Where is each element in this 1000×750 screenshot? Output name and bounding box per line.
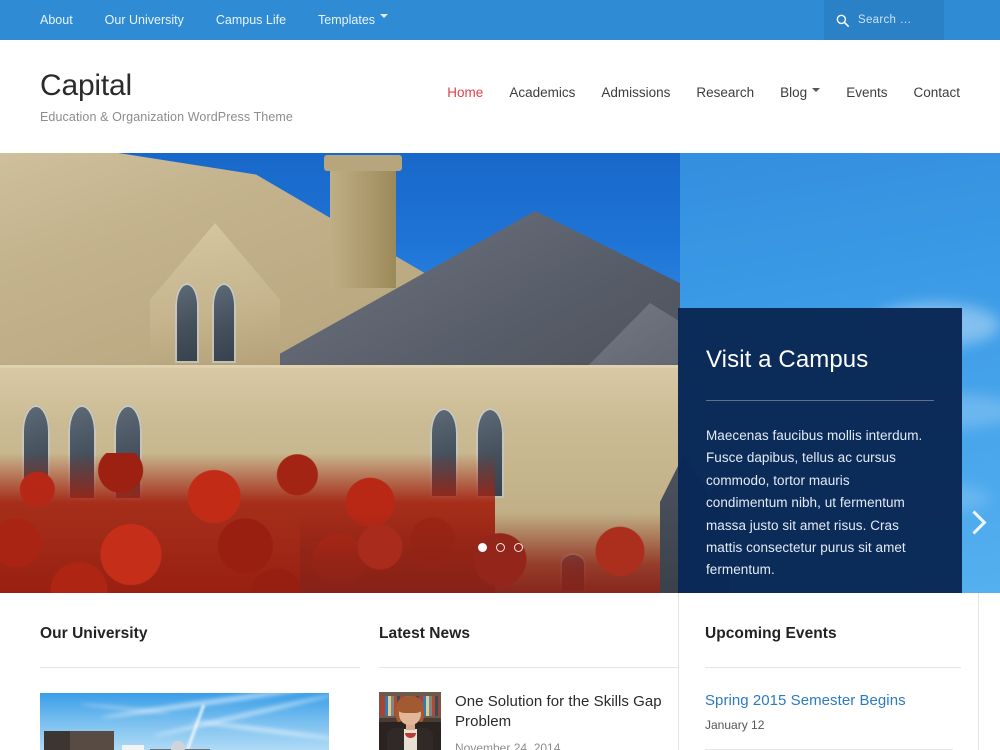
- ivy-foliage: [300, 513, 680, 593]
- search-box[interactable]: [824, 0, 944, 40]
- news-list-item[interactable]: One Solution for the Skills Gap Problem …: [379, 692, 679, 750]
- hero-body-text: Maecenas faucibus mollis interdum. Fusce…: [706, 428, 923, 578]
- nav-item-blog[interactable]: Blog: [767, 85, 833, 100]
- nav-label: Home: [447, 85, 484, 100]
- topnav-label: Templates: [318, 13, 376, 27]
- building-shape: [44, 731, 70, 750]
- news-thumbnail[interactable]: [379, 692, 441, 750]
- search-icon: [836, 14, 849, 27]
- nav-label: Academics: [509, 85, 576, 100]
- our-university-heading: Our University: [40, 625, 148, 642]
- nav-item-home[interactable]: Home: [434, 85, 496, 100]
- nav-label: Admissions: [601, 85, 671, 100]
- nav-item-contact[interactable]: Contact: [900, 85, 960, 100]
- hero-image: [0, 153, 680, 593]
- topnav-label: Campus Life: [215, 13, 287, 27]
- column-our-university: Our University: [40, 593, 360, 750]
- slider-dot-1[interactable]: [477, 543, 487, 552]
- site-tagline: Education & Organization WordPress Theme: [40, 109, 293, 124]
- content-columns: Our University Latest News One Solution …: [0, 593, 1000, 750]
- top-bar: About Our University Campus Life Templat…: [0, 0, 1000, 40]
- window-shape: [175, 283, 199, 363]
- hero-divider: [706, 400, 934, 401]
- site-title: Capital: [40, 69, 132, 102]
- heading-underline: [379, 667, 679, 668]
- nav-item-academics[interactable]: Academics: [496, 85, 588, 100]
- nav-label: Contact: [913, 85, 960, 100]
- person-hair-shape: [397, 696, 423, 713]
- brand[interactable]: Capital Education & Organization WordPre…: [40, 40, 293, 124]
- cloud-streak: [190, 718, 329, 742]
- topnav-item-about[interactable]: About: [40, 0, 89, 40]
- hero-slider: Visit a Campus Maecenas faucibus mollis …: [0, 153, 1000, 593]
- nav-item-admissions[interactable]: Admissions: [588, 85, 683, 100]
- slider-pagination: [0, 543, 1000, 552]
- nav-label: Events: [846, 85, 888, 100]
- window-shape: [212, 283, 236, 363]
- event-item-title[interactable]: Spring 2015 Semester Begins: [705, 692, 961, 709]
- column-divider: [978, 593, 979, 750]
- heading-underline: [705, 667, 961, 668]
- nav-item-research[interactable]: Research: [683, 85, 767, 100]
- nav-item-events[interactable]: Events: [833, 85, 900, 100]
- upcoming-events-heading: Upcoming Events: [705, 625, 837, 642]
- event-item-date: January 12: [705, 718, 765, 732]
- news-item-date: November 24, 2014: [455, 741, 561, 750]
- hero-title: Visit a Campus: [706, 346, 869, 373]
- chevron-down-icon: [380, 14, 389, 22]
- site-header: Capital Education & Organization WordPre…: [0, 40, 1000, 153]
- topnav-label: About: [40, 13, 73, 27]
- news-item-title[interactable]: One Solution for the Skills Gap Problem: [455, 692, 679, 732]
- topnav-label: Our University: [104, 13, 184, 27]
- topnav-item-our-university[interactable]: Our University: [89, 0, 200, 40]
- dome-shape: [171, 741, 185, 750]
- chimney-shape: [324, 155, 402, 288]
- topnav-item-templates[interactable]: Templates: [302, 0, 404, 40]
- our-university-image[interactable]: [40, 693, 329, 750]
- building-shape: [122, 745, 144, 750]
- column-upcoming-events: Upcoming Events Spring 2015 Semester Beg…: [679, 593, 961, 750]
- topnav-item-campus-life[interactable]: Campus Life: [200, 0, 302, 40]
- slider-next-arrow-icon[interactable]: [960, 505, 994, 539]
- latest-news-heading: Latest News: [379, 625, 470, 642]
- slider-dot-2[interactable]: [495, 543, 505, 552]
- chevron-down-icon: [812, 87, 821, 96]
- main-navigation: Home Academics Admissions Research Blog …: [434, 40, 960, 100]
- heading-underline: [40, 667, 360, 668]
- news-text-block: One Solution for the Skills Gap Problem …: [455, 692, 679, 750]
- nav-label: Research: [696, 85, 755, 100]
- search-input[interactable]: [858, 14, 932, 26]
- top-navigation: About Our University Campus Life Templat…: [0, 0, 404, 40]
- nav-label: Blog: [780, 85, 808, 100]
- slider-dot-3[interactable]: [513, 543, 523, 552]
- column-latest-news: Latest News One Solution for the Skills …: [361, 593, 679, 750]
- cloud-streak: [100, 693, 329, 720]
